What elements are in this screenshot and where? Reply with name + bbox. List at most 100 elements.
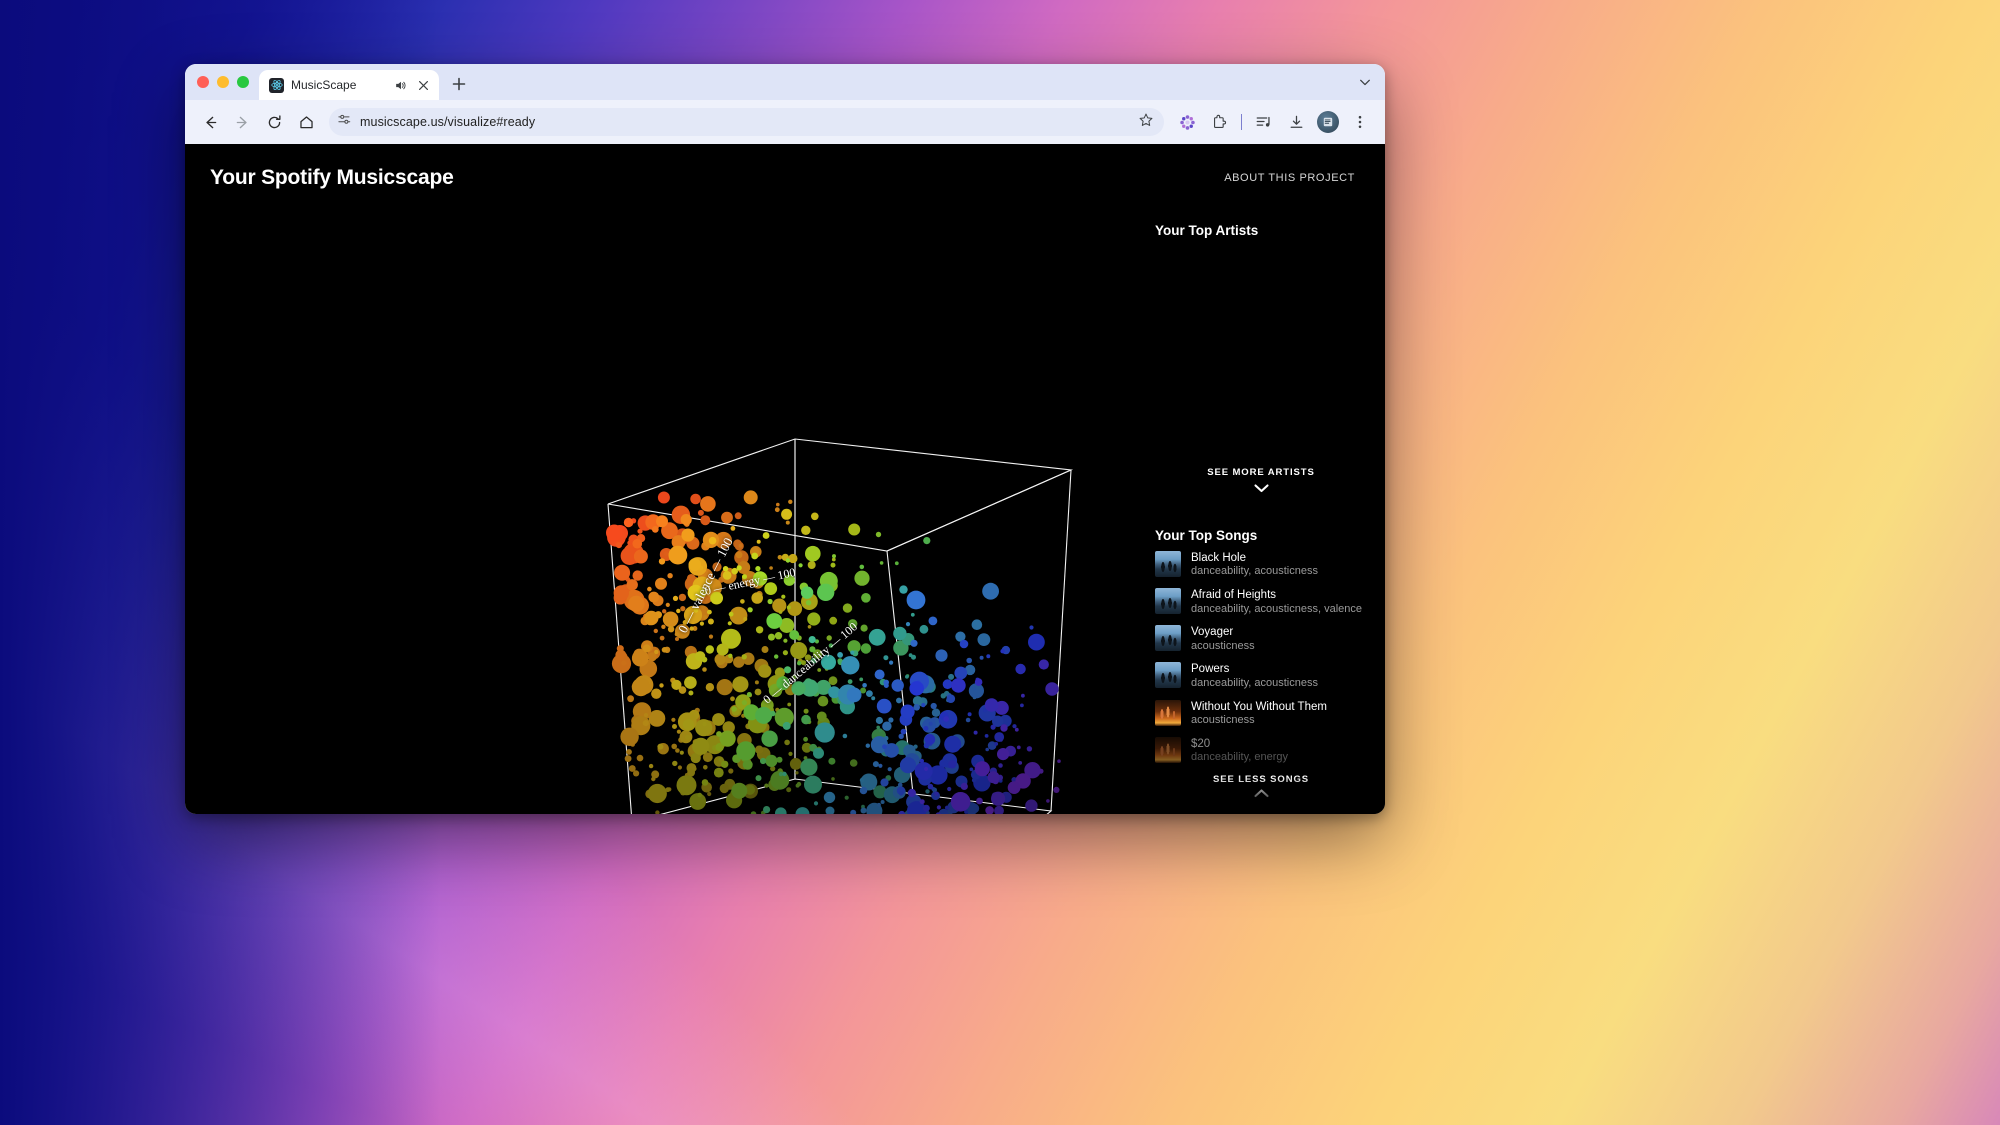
scatter-point[interactable]: [905, 622, 911, 627]
scatter-point[interactable]: [837, 652, 843, 658]
scatter-point[interactable]: [999, 738, 1003, 742]
scatter-point[interactable]: [651, 526, 659, 533]
scatter-point[interactable]: [730, 696, 735, 702]
tab-close-icon[interactable]: [415, 77, 431, 93]
scatter-point[interactable]: [628, 765, 636, 772]
scatter-point[interactable]: [923, 537, 931, 545]
scatter-point[interactable]: [648, 591, 660, 603]
scatter-point[interactable]: [740, 599, 745, 604]
scatter-point[interactable]: [859, 564, 865, 570]
song-list-item[interactable]: Without You Without Them acousticness: [1155, 699, 1367, 728]
scatter-point[interactable]: [775, 807, 787, 814]
scatter-point[interactable]: [621, 660, 627, 666]
scatter-point[interactable]: [786, 787, 792, 793]
scatter-point[interactable]: [615, 542, 622, 549]
scatter-point[interactable]: [781, 508, 793, 520]
scatter-point[interactable]: [692, 737, 710, 755]
scatter-point[interactable]: [658, 558, 666, 565]
scatter-point[interactable]: [874, 669, 885, 680]
home-icon[interactable]: [291, 107, 321, 137]
scatter-point[interactable]: [880, 778, 889, 787]
scatter-point[interactable]: [770, 710, 776, 717]
scatter-point[interactable]: [774, 507, 780, 513]
scatter-point[interactable]: [751, 592, 763, 604]
scatter-point[interactable]: [701, 779, 709, 786]
scatter-point[interactable]: [742, 759, 753, 770]
reload-icon[interactable]: [259, 107, 289, 137]
scatter-point[interactable]: [763, 806, 771, 814]
scatter-point[interactable]: [731, 706, 737, 712]
scatter-point[interactable]: [764, 783, 769, 788]
scatter-point[interactable]: [842, 733, 848, 739]
scatter-point[interactable]: [878, 763, 883, 768]
scatter-point[interactable]: [831, 777, 835, 781]
scatter-point[interactable]: [1046, 799, 1050, 803]
scatter-point[interactable]: [702, 721, 707, 727]
scatter-point[interactable]: [924, 734, 936, 745]
song-list-item[interactable]: Voyager acousticness: [1155, 625, 1367, 653]
scatter-point[interactable]: [893, 626, 907, 641]
scatter-point[interactable]: [966, 657, 972, 664]
scatter-point[interactable]: [803, 736, 808, 742]
scatter-point[interactable]: [1028, 633, 1045, 651]
scatter-point[interactable]: [898, 810, 906, 814]
scatter-point[interactable]: [823, 791, 836, 804]
scatter-point[interactable]: [768, 633, 775, 641]
scatter-point[interactable]: [676, 729, 681, 734]
see-more-artists-button[interactable]: SEE MORE ARTISTS: [1155, 467, 1367, 498]
scatter-point[interactable]: [861, 593, 871, 603]
scatter-point[interactable]: [832, 554, 836, 559]
scatter-point[interactable]: [971, 619, 983, 630]
scatter-point[interactable]: [872, 761, 879, 768]
scatter-point[interactable]: [830, 562, 836, 568]
scatter-point[interactable]: [651, 688, 662, 699]
scatter-point[interactable]: [762, 532, 770, 539]
scatter-point[interactable]: [632, 538, 643, 549]
scatter-point[interactable]: [671, 717, 676, 722]
tab-audio-speaker-icon[interactable]: [392, 77, 408, 93]
scatter-point[interactable]: [776, 502, 780, 507]
scatter-point[interactable]: [751, 552, 759, 560]
scatter-point[interactable]: [891, 679, 904, 692]
song-list-item[interactable]: Black Hole danceability, acousticness: [1155, 551, 1367, 579]
scatter-point[interactable]: [934, 791, 939, 797]
scatter-point[interactable]: [919, 799, 925, 805]
scatter-point[interactable]: [910, 612, 915, 617]
scatter-point[interactable]: [946, 694, 956, 703]
scatter-point[interactable]: [922, 718, 936, 733]
scatter-point[interactable]: [876, 725, 880, 730]
scatter-point[interactable]: [986, 654, 991, 659]
scatter-point[interactable]: [1021, 693, 1025, 698]
scatter-point[interactable]: [887, 767, 892, 772]
scatter-point[interactable]: [1000, 649, 1005, 654]
scatter-point[interactable]: [919, 758, 924, 764]
scatter-point[interactable]: [667, 626, 675, 633]
scatter-point[interactable]: [741, 700, 748, 706]
scatter-point[interactable]: [642, 644, 651, 653]
scatter-point[interactable]: [743, 616, 748, 622]
scatter-point[interactable]: [632, 570, 643, 581]
scatter-point[interactable]: [675, 748, 680, 753]
scatter-point[interactable]: [896, 697, 902, 704]
downloads-icon[interactable]: [1281, 107, 1311, 137]
scatter-point[interactable]: [1045, 682, 1059, 696]
gemini-icon[interactable]: [1172, 107, 1202, 137]
scatter-point[interactable]: [703, 765, 708, 770]
musicscape-3d-scatter[interactable]: 0 — valence — 100 0 — energy — 100 0 — d…: [185, 194, 1145, 814]
scatter-point[interactable]: [661, 624, 666, 629]
scatter-point[interactable]: [784, 739, 790, 746]
scatter-point[interactable]: [756, 539, 761, 544]
scatter-point[interactable]: [972, 686, 976, 691]
scatter-point[interactable]: [637, 659, 642, 664]
scatter-point[interactable]: [954, 666, 968, 680]
scatter-point[interactable]: [984, 698, 999, 712]
scatter-point[interactable]: [889, 660, 894, 665]
scatter-point[interactable]: [922, 804, 930, 812]
scatter-point[interactable]: [976, 797, 983, 805]
scatter-point[interactable]: [701, 656, 708, 663]
scatter-point[interactable]: [708, 634, 714, 639]
scatter-point[interactable]: [716, 679, 733, 696]
scatter-point[interactable]: [721, 760, 729, 768]
scatter-point[interactable]: [700, 496, 716, 512]
scatter-point[interactable]: [785, 558, 791, 563]
